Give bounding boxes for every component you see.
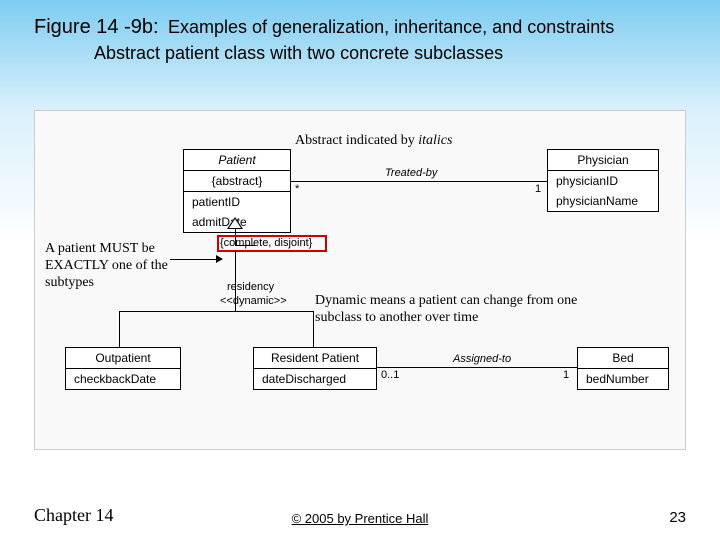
patient-stereo: {abstract} [184,171,290,192]
outpatient-attr-0: checkbackDate [66,369,180,389]
figure-subtitle-2: Abstract patient class with two concrete… [94,43,686,64]
gen-hfork [119,311,314,312]
uml-resident: Resident Patient dateDischarged [253,347,377,390]
note-arrow-line [170,259,218,260]
uml-outpatient: Outpatient checkbackDate [65,347,181,390]
note-must-be: A patient MUST be EXACTLY one of the sub… [45,241,170,291]
patient-name: Patient [184,150,290,171]
figure-label: Figure 14 -9b: [34,16,159,38]
resident-name: Resident Patient [254,348,376,369]
assoc-treated-by-line [291,181,547,182]
note-dynamic: Dynamic means a patient can change from … [315,293,585,327]
bed-name: Bed [578,348,668,369]
gen-v-outpatient [119,311,120,347]
gen-triangle [227,217,243,229]
physician-name: Physician [548,150,658,171]
mult-one-bed: 1 [563,369,569,381]
bed-attr-0: bedNumber [578,369,668,389]
footer-page: 23 [669,509,686,526]
red-highlight-constraint [217,235,327,252]
resident-attr-0: dateDischarged [254,369,376,389]
uml-bed: Bed bedNumber [577,347,669,390]
gen-v-resident [313,311,314,347]
physician-attr-0: physicianID [548,171,658,191]
assoc-treated-by-label: Treated-by [385,167,437,179]
physician-attr-1: physicianName [548,191,658,211]
assoc-assigned-to-line [377,367,577,368]
uml-physician: Physician physicianID physicianName [547,149,659,212]
diagram-panel: Abstract indicated by italics Patient {a… [34,110,686,450]
figure-title-area: Figure 14 -9b: Examples of generalizatio… [34,16,686,64]
dynamic-label: <<dynamic>> [220,295,287,307]
figure-subtitle-1: Examples of generalization, inheritance,… [163,17,614,37]
note-abstract-italics: Abstract indicated by italics [295,133,452,150]
mult-one-physician: 1 [535,183,541,195]
mult-star: * [295,183,299,195]
assoc-assigned-to-label: Assigned-to [453,353,511,365]
outpatient-name: Outpatient [66,348,180,369]
patient-attr-0: patientID [184,192,290,212]
note-arrow-head [216,255,223,263]
footer-copyright: © 2005 by Prentice Hall [0,511,720,526]
gen-vline-mid [235,251,236,311]
mult-0-1: 0..1 [381,369,399,381]
